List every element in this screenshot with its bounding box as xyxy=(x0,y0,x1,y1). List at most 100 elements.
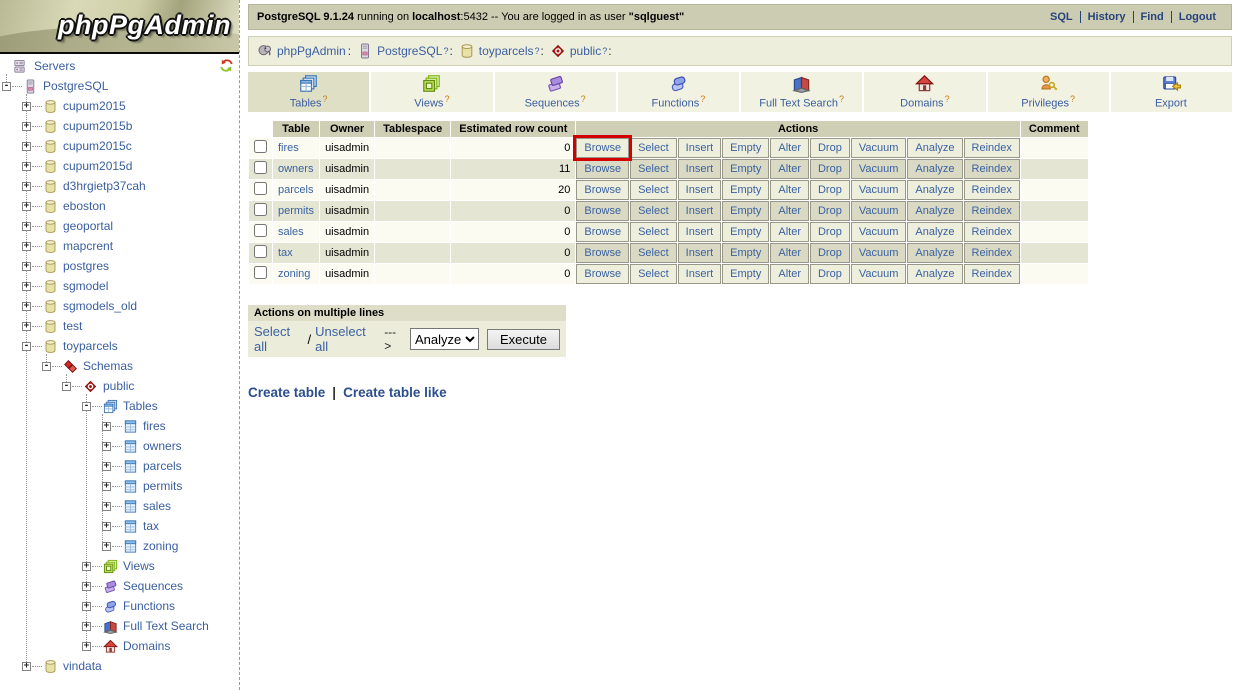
action-analyze[interactable]: Analyze xyxy=(915,226,954,238)
action-empty[interactable]: Empty xyxy=(730,184,761,196)
tree-item-label[interactable]: owners xyxy=(143,439,182,453)
tree-item[interactable]: + sgmodel xyxy=(0,276,238,296)
tree-expand-toggle[interactable]: + xyxy=(22,102,31,111)
tree-item-label[interactable]: cupum2015c xyxy=(63,139,132,153)
tree-item[interactable]: - Schemas xyxy=(0,356,238,376)
row-checkbox[interactable] xyxy=(254,203,267,216)
action-alter[interactable]: Alter xyxy=(778,226,801,238)
tree-item[interactable]: + cupum2015c xyxy=(0,136,238,156)
tree-item[interactable]: + cupum2015d xyxy=(0,156,238,176)
action-insert[interactable]: Insert xyxy=(686,226,714,238)
tree-expand-toggle[interactable]: + xyxy=(102,442,111,451)
tree-item-label[interactable]: d3hrgietp37cah xyxy=(63,179,146,193)
tree-item[interactable]: + fires xyxy=(0,416,238,436)
tree-expand-toggle[interactable]: + xyxy=(102,462,111,471)
help-link[interactable]: ? xyxy=(602,46,607,56)
action-insert[interactable]: Insert xyxy=(686,142,714,154)
action-analyze[interactable]: Analyze xyxy=(915,268,954,280)
tree-expand-toggle[interactable]: - xyxy=(82,402,91,411)
tree-expand-toggle[interactable]: + xyxy=(82,562,91,571)
action-select[interactable]: Select xyxy=(638,142,669,154)
tree-expand-toggle[interactable]: + xyxy=(82,582,91,591)
action-analyze[interactable]: Analyze xyxy=(915,205,954,217)
action-analyze[interactable]: Analyze xyxy=(915,247,954,259)
tab-label[interactable]: Tables xyxy=(290,98,322,110)
tree-item-label[interactable]: postgres xyxy=(63,259,109,273)
action-vacuum[interactable]: Vacuum xyxy=(859,142,899,154)
tree-expand-toggle[interactable]: + xyxy=(102,522,111,531)
tree-expand-toggle[interactable]: + xyxy=(22,662,31,671)
action-select[interactable]: Select xyxy=(638,247,669,259)
action-alter[interactable]: Alter xyxy=(778,163,801,175)
help-link[interactable]: ? xyxy=(323,94,328,104)
row-checkbox[interactable] xyxy=(254,140,267,153)
action-reindex[interactable]: Reindex xyxy=(972,163,1012,175)
tab[interactable]: Privileges? xyxy=(988,72,1109,112)
execute-button[interactable]: Execute xyxy=(487,329,560,350)
tree-expand-toggle[interactable]: + xyxy=(102,482,111,491)
tab-label[interactable]: Functions xyxy=(652,98,700,110)
action-insert[interactable]: Insert xyxy=(686,184,714,196)
action-analyze[interactable]: Analyze xyxy=(915,184,954,196)
tree-item-label[interactable]: fires xyxy=(143,419,166,433)
action-browse[interactable]: Browse xyxy=(584,142,621,154)
tree-expand-toggle[interactable]: + xyxy=(22,142,31,151)
help-link[interactable]: ? xyxy=(581,94,586,104)
action-reindex[interactable]: Reindex xyxy=(972,205,1012,217)
create-table-link[interactable]: Create table xyxy=(248,385,325,400)
row-checkbox[interactable] xyxy=(254,266,267,279)
action-browse[interactable]: Browse xyxy=(584,268,621,280)
help-link[interactable]: ? xyxy=(1070,94,1075,104)
action-alter[interactable]: Alter xyxy=(778,247,801,259)
tree-expand-toggle[interactable]: + xyxy=(22,322,31,331)
action-drop[interactable]: Drop xyxy=(818,142,842,154)
breadcrumb-link[interactable]: PostgreSQL xyxy=(377,44,442,58)
action-empty[interactable]: Empty xyxy=(730,247,761,259)
help-link[interactable]: ? xyxy=(700,94,705,104)
action-empty[interactable]: Empty xyxy=(730,226,761,238)
tree-item[interactable]: + d3hrgietp37cah xyxy=(0,176,238,196)
action-analyze[interactable]: Analyze xyxy=(915,142,954,154)
action-select[interactable]: Select xyxy=(638,184,669,196)
tree-item-label[interactable]: test xyxy=(63,319,82,333)
tree-expand-toggle[interactable]: + xyxy=(82,642,91,651)
tree-item-label[interactable]: tax xyxy=(143,519,159,533)
tree-expand-toggle[interactable]: + xyxy=(22,302,31,311)
tree-item[interactable]: + sgmodels_old xyxy=(0,296,238,316)
tab[interactable]: Tables? xyxy=(248,72,369,112)
action-select[interactable]: Select xyxy=(638,163,669,175)
action-insert[interactable]: Insert xyxy=(686,205,714,217)
tree-item[interactable]: - PostgreSQL xyxy=(0,76,238,96)
tree-item[interactable]: + Full Text Search xyxy=(0,616,238,636)
tree-item[interactable]: + zoning xyxy=(0,536,238,556)
tab-label[interactable]: Privileges xyxy=(1021,98,1069,110)
tree-item-label[interactable]: Domains xyxy=(123,639,170,653)
tree-item[interactable]: + test xyxy=(0,316,238,336)
tree-item[interactable]: + sales xyxy=(0,496,238,516)
tab-label[interactable]: Views xyxy=(414,98,443,110)
tab-label[interactable]: Domains xyxy=(900,98,943,110)
tree-item-label[interactable]: mapcrent xyxy=(63,239,113,253)
action-select[interactable]: Select xyxy=(638,205,669,217)
tree-item-label[interactable]: permits xyxy=(143,479,182,493)
tree-item-label[interactable]: geoportal xyxy=(63,219,113,233)
tree-item-label[interactable]: eboston xyxy=(63,199,106,213)
tree-expand-toggle[interactable]: - xyxy=(42,362,51,371)
action-reindex[interactable]: Reindex xyxy=(972,268,1012,280)
tree-item-label[interactable]: parcels xyxy=(143,459,182,473)
action-browse[interactable]: Browse xyxy=(584,184,621,196)
action-alter[interactable]: Alter xyxy=(778,142,801,154)
action-browse[interactable]: Browse xyxy=(584,205,621,217)
tree-item[interactable]: + Functions xyxy=(0,596,238,616)
tree-item[interactable]: + cupum2015 xyxy=(0,96,238,116)
action-drop[interactable]: Drop xyxy=(818,268,842,280)
tab-label[interactable]: Full Text Search xyxy=(759,98,838,110)
tree-item-label[interactable]: sgmodels_old xyxy=(63,299,137,313)
tree-item-label[interactable]: Schemas xyxy=(83,359,133,373)
tree-item-label[interactable]: toyparcels xyxy=(63,339,118,353)
tree-item[interactable]: + vindata xyxy=(0,656,238,676)
action-insert[interactable]: Insert xyxy=(686,268,714,280)
tree-expand-toggle[interactable]: + xyxy=(22,282,31,291)
tree-item-label[interactable]: Views xyxy=(123,559,155,573)
tree-item-label[interactable]: public xyxy=(103,379,134,393)
